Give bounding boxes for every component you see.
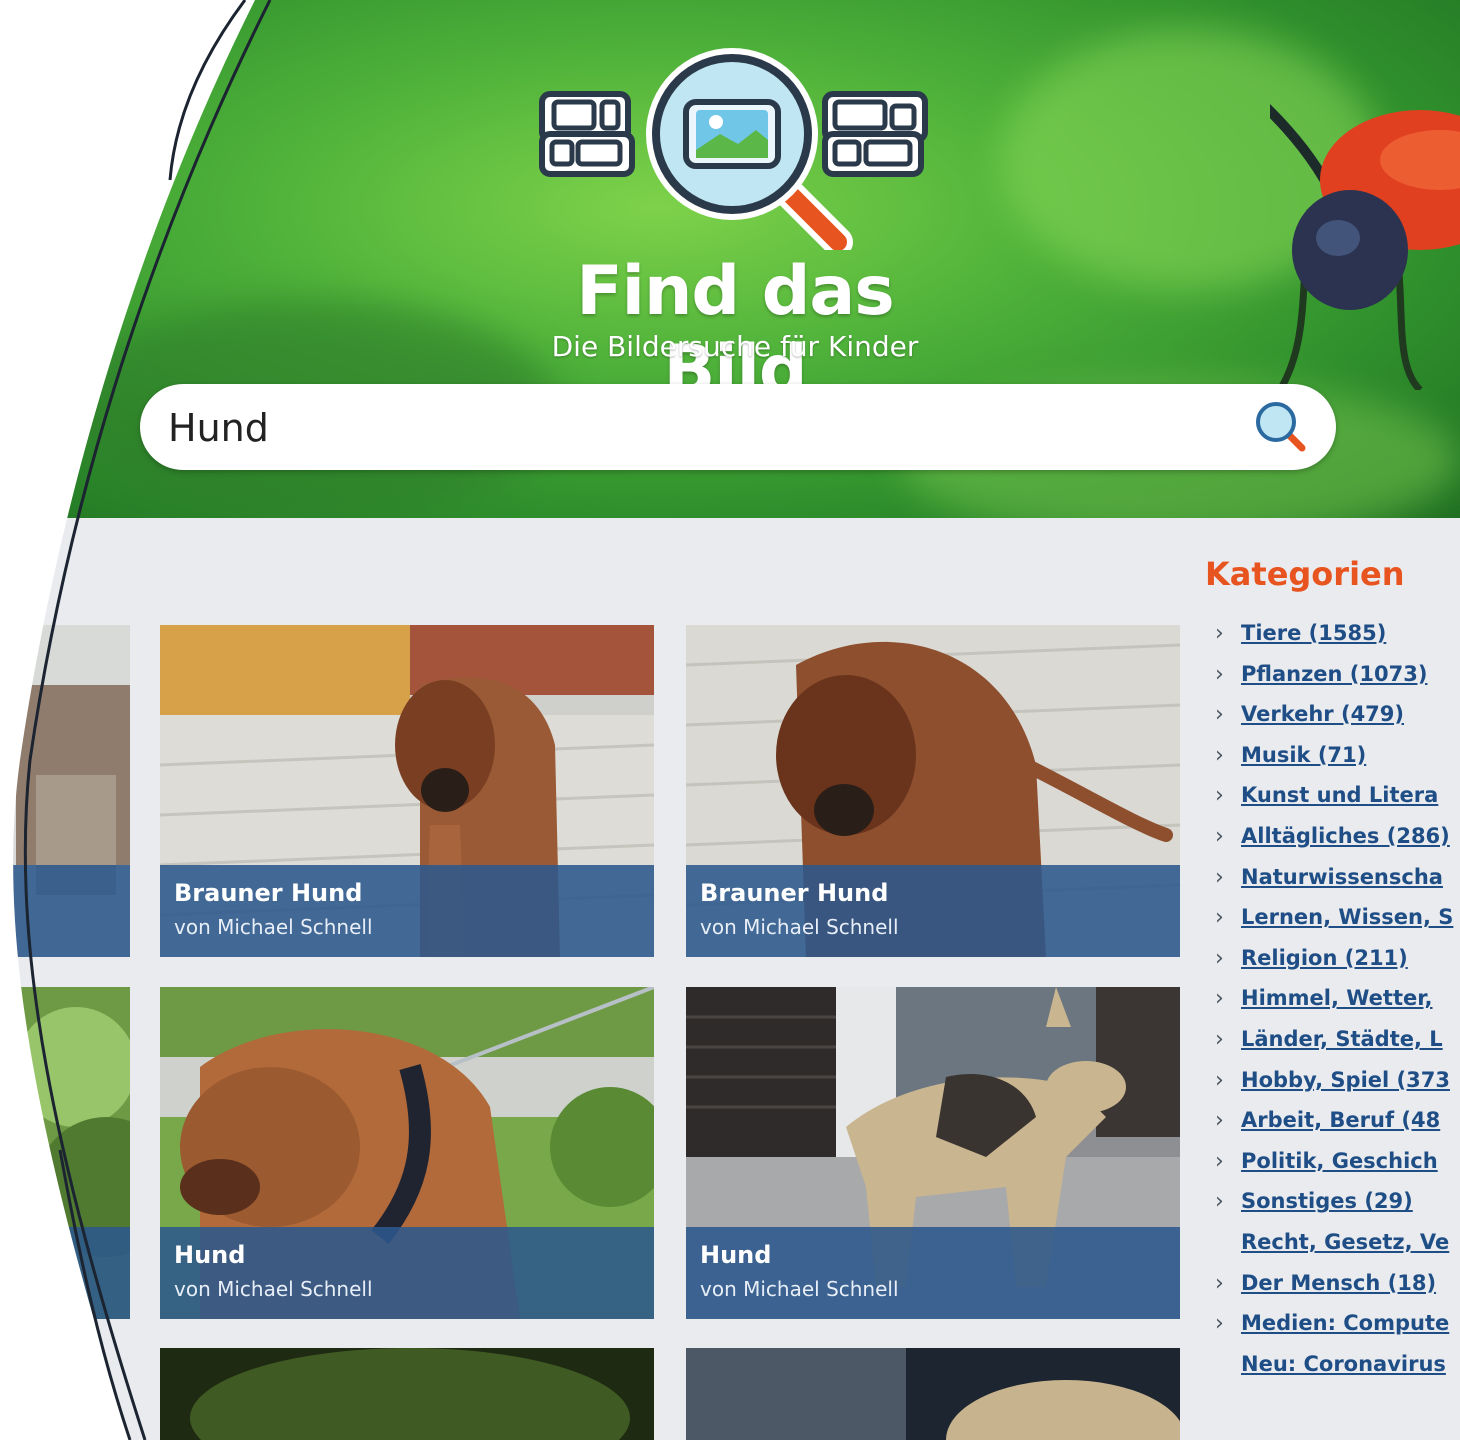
category-item[interactable]: › Länder, Städte, L <box>1215 1027 1460 1068</box>
chevron-right-icon: › <box>1215 783 1224 809</box>
chevron-right-icon: › <box>1215 1148 1224 1174</box>
result-photo <box>160 1348 654 1440</box>
chevron-right-icon: › <box>1215 864 1224 890</box>
category-link[interactable]: Pflanzen (1073) <box>1241 662 1427 686</box>
result-author: von Michael Schnell <box>700 915 899 939</box>
category-link[interactable]: Medien: Compute <box>1241 1311 1449 1335</box>
chevron-right-icon: › <box>1215 1270 1224 1296</box>
result-title: Brauner Hund <box>174 879 363 907</box>
chevron-right-icon: › <box>1215 986 1224 1012</box>
result-title: Hund <box>700 1241 772 1269</box>
chevron-right-icon: › <box>1215 905 1224 931</box>
result-card[interactable]: Brauner Hund von Michael Schnell <box>686 625 1180 957</box>
category-item[interactable]: › Musik (71) <box>1215 743 1460 784</box>
category-item[interactable]: › Pflanzen (1073) <box>1215 662 1460 703</box>
chevron-right-icon: › <box>1215 1026 1224 1052</box>
chevron-right-icon: › <box>1215 823 1224 849</box>
category-item[interactable]: Neu: Coronavirus <box>1215 1352 1460 1393</box>
category-item[interactable]: › Hobby, Spiel (373 <box>1215 1068 1460 1109</box>
chevron-right-icon: › <box>1215 1067 1224 1093</box>
chevron-right-icon: › <box>1215 945 1224 971</box>
result-card-partial[interactable] <box>0 987 130 1319</box>
category-link[interactable]: Himmel, Wetter, <box>1241 986 1433 1010</box>
category-item[interactable]: › Politik, Geschich <box>1215 1149 1460 1190</box>
category-item[interactable]: › Lernen, Wissen, S <box>1215 905 1460 946</box>
category-link[interactable]: Politik, Geschich <box>1241 1149 1438 1173</box>
result-card[interactable]: Hund von Michael Schnell <box>686 987 1180 1319</box>
category-item[interactable]: › Verkehr (479) <box>1215 702 1460 743</box>
result-author: von Michael Schnell <box>174 915 373 939</box>
result-photo <box>686 1348 1180 1440</box>
category-link[interactable]: Sonstiges (29) <box>1241 1189 1413 1213</box>
result-card[interactable]: Hund von Michael Schnell <box>160 987 654 1319</box>
category-link[interactable]: Recht, Gesetz, Ve <box>1241 1230 1449 1254</box>
logo-magnifier-icon <box>539 48 928 250</box>
page: Find das Bild Die Bildersuche für Kinder <box>0 0 1460 1440</box>
category-item[interactable]: › Religion (211) <box>1215 946 1460 987</box>
category-link[interactable]: Religion (211) <box>1241 946 1408 970</box>
beetle-image <box>1270 104 1460 390</box>
chevron-right-icon: › <box>1215 1108 1224 1134</box>
category-item[interactable]: › Kunst und Litera <box>1215 783 1460 824</box>
category-item[interactable]: Recht, Gesetz, Ve <box>1215 1230 1460 1271</box>
search-button[interactable] <box>1248 394 1314 460</box>
result-card-partial[interactable] <box>160 1348 654 1440</box>
search-bar <box>140 384 1336 470</box>
result-title: Hund <box>174 1241 246 1269</box>
category-link[interactable]: Hobby, Spiel (373 <box>1241 1068 1450 1092</box>
result-author: von Michael Schnell <box>174 1277 373 1301</box>
chevron-right-icon: › <box>1215 1311 1224 1337</box>
chevron-right-icon: › <box>1215 621 1224 646</box>
chevron-right-icon: › <box>1215 702 1224 728</box>
site-logo[interactable]: Find das Bild Die Bildersuche für Kinder <box>520 30 950 410</box>
category-link[interactable]: Kunst und Litera <box>1241 783 1438 807</box>
result-author: von Michael Schnell <box>700 1277 899 1301</box>
category-link[interactable]: Arbeit, Beruf (48 <box>1241 1108 1440 1132</box>
chevron-right-icon: › <box>1215 1189 1224 1215</box>
category-link[interactable]: Alltägliches (286) <box>1241 824 1450 848</box>
category-item[interactable]: › Arbeit, Beruf (48 <box>1215 1108 1460 1149</box>
logo-subtitle: Die Bildersuche für Kinder <box>551 330 919 363</box>
category-link[interactable]: Lernen, Wissen, S <box>1241 905 1453 929</box>
chevron-right-icon: › <box>1215 742 1224 768</box>
category-link[interactable]: Naturwissenscha <box>1241 865 1443 889</box>
category-link[interactable]: Länder, Städte, L <box>1241 1027 1443 1051</box>
category-sidebar: Kategorien › Tiere (1585) › Pflanzen (1073… <box>1203 555 1460 1415</box>
result-card[interactable]: Brauner Hund von Michael Schnell <box>160 625 654 957</box>
category-link[interactable]: Tiere (1585) <box>1241 621 1386 645</box>
category-item[interactable]: › Der Mensch (18) <box>1215 1271 1460 1312</box>
category-item[interactable]: › Alltägliches (286) <box>1215 824 1460 865</box>
category-item[interactable]: › Medien: Compute <box>1215 1311 1460 1352</box>
category-item[interactable]: › Himmel, Wetter, <box>1215 986 1460 1027</box>
category-list: › Tiere (1585) › Pflanzen (1073) › Verkehr … <box>1215 621 1460 1392</box>
category-link[interactable]: Der Mensch (18) <box>1241 1271 1436 1295</box>
category-item[interactable]: › Sonstiges (29) <box>1215 1189 1460 1230</box>
category-link[interactable]: Musik (71) <box>1241 743 1366 767</box>
result-card-partial[interactable] <box>686 1348 1180 1440</box>
category-title: Kategorien <box>1205 555 1405 593</box>
category-link[interactable]: Neu: Coronavirus <box>1241 1352 1446 1376</box>
result-title: Brauner Hund <box>700 879 889 907</box>
search-input[interactable] <box>166 394 1250 462</box>
result-card-partial[interactable] <box>0 625 130 957</box>
category-item[interactable]: › Tiere (1585) <box>1215 621 1460 662</box>
search-icon <box>1256 402 1306 452</box>
category-item[interactable]: › Naturwissenscha <box>1215 865 1460 906</box>
chevron-right-icon: › <box>1215 661 1224 687</box>
header-banner: Find das Bild Die Bildersuche für Kinder <box>0 0 1460 518</box>
category-link[interactable]: Verkehr (479) <box>1241 702 1404 726</box>
